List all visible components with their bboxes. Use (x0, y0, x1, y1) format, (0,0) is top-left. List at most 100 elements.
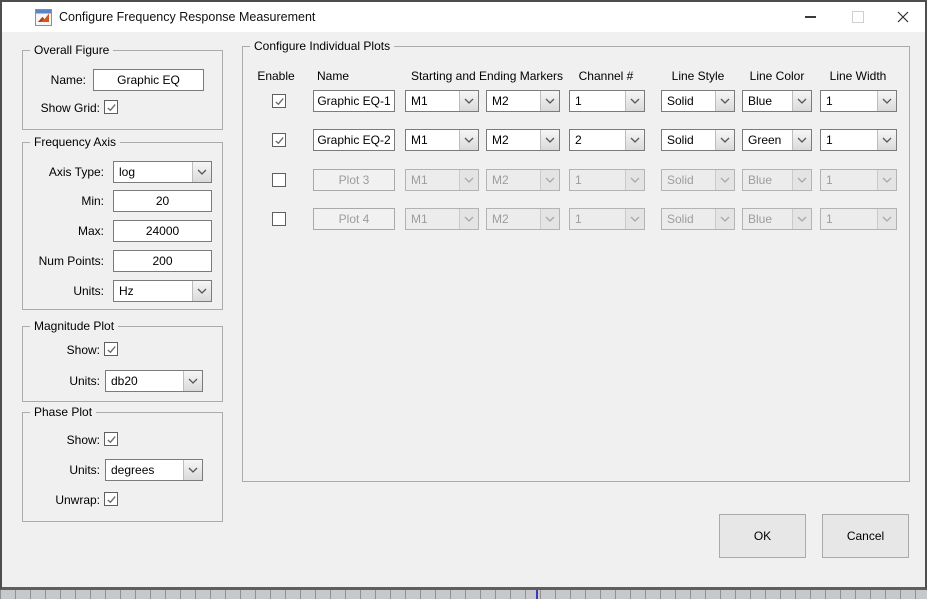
show-grid-label: Show Grid: (26, 101, 100, 116)
chevron-down-icon (192, 281, 211, 301)
line-color-dropdown[interactable]: Green (742, 129, 812, 151)
phase-show-checkbox[interactable] (104, 432, 118, 446)
max-field[interactable]: 24000 (113, 220, 212, 242)
ruler-marker (536, 590, 538, 599)
phase-plot-title: Phase Plot (30, 405, 96, 419)
close-button[interactable] (886, 2, 920, 32)
chevron-down-icon (459, 170, 478, 190)
chevron-down-icon (715, 170, 734, 190)
axis-type-dropdown[interactable]: log (113, 161, 212, 183)
screen: { "window": { "title": "Configure Freque… (0, 0, 927, 599)
column-header-starting-and-ending-markers: Starting and Ending Markers (377, 69, 597, 84)
enable-checkbox[interactable] (272, 94, 286, 108)
chevron-down-icon (540, 209, 559, 229)
start-marker-dropdown[interactable]: M1 (405, 129, 479, 151)
minimize-button[interactable] (793, 2, 827, 32)
frequency-units-dropdown[interactable]: Hz (113, 280, 212, 302)
line-style-dropdown[interactable]: Solid (661, 90, 735, 112)
min-field[interactable]: 20 (113, 190, 212, 212)
line-width-dropdown[interactable]: 1 (820, 169, 897, 191)
end-marker-dropdown[interactable]: M2 (486, 208, 560, 230)
channel-dropdown[interactable]: 1 (569, 90, 645, 112)
phase-show-label: Show: (26, 433, 100, 448)
line-style-dropdown[interactable]: Solid (661, 169, 735, 191)
end-marker-dropdown[interactable]: M2 (486, 90, 560, 112)
num-points-label: Num Points: (26, 254, 104, 269)
start-marker-dropdown[interactable]: M1 (405, 90, 479, 112)
channel-dropdown[interactable]: 2 (569, 129, 645, 151)
unwrap-checkbox[interactable] (104, 492, 118, 506)
figure-name-label: Name: (26, 73, 86, 88)
show-grid-checkbox[interactable] (104, 100, 118, 114)
min-label: Min: (26, 194, 104, 209)
check-icon (106, 434, 117, 445)
chevron-down-icon (192, 162, 211, 182)
chevron-down-icon (792, 209, 811, 229)
check-icon (274, 135, 285, 146)
column-header-line-style: Line Style (658, 69, 738, 84)
ok-button[interactable]: OK (719, 514, 806, 558)
column-header-channel: Channel # (566, 69, 646, 84)
check-icon (106, 344, 117, 355)
window-title: Configure Frequency Response Measurement (59, 2, 315, 32)
line-width-dropdown[interactable]: 1 (820, 90, 897, 112)
channel-dropdown[interactable]: 1 (569, 208, 645, 230)
phase-units-dropdown[interactable]: degrees (105, 459, 203, 481)
column-header-line-color: Line Color (737, 69, 817, 84)
chevron-down-icon (625, 91, 644, 111)
end-marker-dropdown[interactable]: M2 (486, 169, 560, 191)
line-width-dropdown[interactable]: 1 (820, 208, 897, 230)
end-marker-dropdown[interactable]: M2 (486, 129, 560, 151)
enable-checkbox[interactable] (272, 133, 286, 147)
cancel-button[interactable]: Cancel (822, 514, 909, 558)
configure-individual-plots-title: Configure Individual Plots (250, 39, 394, 53)
line-style-dropdown[interactable]: Solid (661, 208, 735, 230)
plot-name-field[interactable]: Graphic EQ-2 (313, 129, 395, 151)
start-marker-dropdown[interactable]: M1 (405, 169, 479, 191)
enable-checkbox[interactable] (272, 173, 286, 187)
title-bar: Configure Frequency Response Measurement (2, 2, 925, 32)
chevron-down-icon (625, 170, 644, 190)
chevron-down-icon (540, 130, 559, 150)
phase-units-label: Units: (26, 463, 100, 478)
chevron-down-icon (715, 91, 734, 111)
column-header-line-width: Line Width (818, 69, 898, 84)
line-color-dropdown[interactable]: Blue (742, 169, 812, 191)
magnitude-units-label: Units: (26, 374, 100, 389)
chevron-down-icon (183, 371, 202, 391)
chevron-down-icon (459, 130, 478, 150)
enable-checkbox[interactable] (272, 212, 286, 226)
line-color-dropdown[interactable]: Blue (742, 90, 812, 112)
check-icon (106, 494, 117, 505)
chevron-down-icon (877, 130, 896, 150)
chevron-down-icon (792, 170, 811, 190)
channel-dropdown[interactable]: 1 (569, 169, 645, 191)
chevron-down-icon (877, 170, 896, 190)
num-points-field[interactable]: 200 (113, 250, 212, 272)
check-icon (274, 96, 285, 107)
chevron-down-icon (792, 130, 811, 150)
plot-name-field[interactable]: Plot 4 (313, 208, 395, 230)
chevron-down-icon (625, 209, 644, 229)
matlab-icon (35, 9, 52, 26)
line-width-dropdown[interactable]: 1 (820, 129, 897, 151)
maximize-button[interactable] (841, 2, 875, 32)
plot-name-field[interactable]: Graphic EQ-1 (313, 90, 395, 112)
magnitude-show-checkbox[interactable] (104, 342, 118, 356)
magnitude-units-dropdown[interactable]: db20 (105, 370, 203, 392)
start-marker-dropdown[interactable]: M1 (405, 208, 479, 230)
chevron-down-icon (183, 460, 202, 480)
plot-name-field[interactable]: Plot 3 (313, 169, 395, 191)
line-style-dropdown[interactable]: Solid (661, 129, 735, 151)
chevron-down-icon (877, 209, 896, 229)
chevron-down-icon (459, 91, 478, 111)
chevron-down-icon (715, 130, 734, 150)
column-header-name: Name (293, 69, 373, 84)
figure-name-field[interactable]: Graphic EQ (93, 69, 204, 91)
frequency-units-label: Units: (26, 284, 104, 299)
frequency-axis-title: Frequency Axis (30, 135, 120, 149)
chevron-down-icon (792, 91, 811, 111)
chevron-down-icon (877, 91, 896, 111)
axis-type-label: Axis Type: (26, 165, 104, 180)
line-color-dropdown[interactable]: Blue (742, 208, 812, 230)
